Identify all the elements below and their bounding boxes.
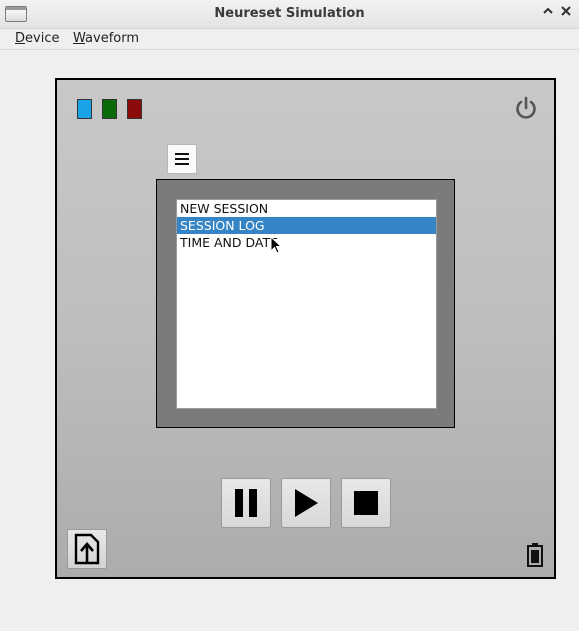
play-icon (295, 489, 318, 517)
list-item-new-session[interactable]: NEW SESSION (177, 200, 436, 217)
pause-icon (235, 489, 257, 517)
export-button[interactable] (67, 529, 107, 569)
power-icon[interactable] (512, 94, 540, 122)
menu-device-label: evice (25, 31, 60, 46)
device-screen: NEW SESSION SESSION LOG TIME AND DATE (156, 179, 455, 428)
list-item-time-and-date[interactable]: TIME AND DATE (177, 234, 436, 251)
stop-icon (354, 491, 378, 515)
red-indicator (127, 99, 142, 119)
green-indicator (102, 99, 117, 119)
hamburger-menu-icon (175, 153, 189, 165)
pause-button[interactable] (221, 478, 271, 528)
device-panel: NEW SESSION SESSION LOG TIME AND DATE (55, 78, 556, 579)
window-title: Neureset Simulation (214, 6, 365, 21)
list-item-session-log[interactable]: SESSION LOG (177, 217, 436, 234)
screen-menu-list: NEW SESSION SESSION LOG TIME AND DATE (176, 199, 437, 409)
play-button[interactable] (281, 478, 331, 528)
blue-indicator (77, 99, 92, 119)
menu-button[interactable] (167, 144, 197, 174)
menu-device[interactable]: Device (15, 31, 59, 46)
menu-waveform-mnemonic: W (73, 31, 86, 46)
chevron-up-icon[interactable] (540, 5, 556, 21)
close-icon[interactable] (558, 5, 574, 21)
menu-device-mnemonic: D (15, 31, 26, 46)
menu-waveform[interactable]: Waveform (73, 31, 139, 46)
menu-waveform-label: aveform (85, 31, 139, 46)
menu-bar: Device Waveform (0, 29, 579, 50)
upload-file-icon (74, 533, 100, 565)
mouse-cursor-icon (270, 235, 283, 254)
title-bar: Neureset Simulation (0, 0, 579, 29)
stop-button[interactable] (341, 478, 391, 528)
battery-icon (526, 543, 544, 567)
